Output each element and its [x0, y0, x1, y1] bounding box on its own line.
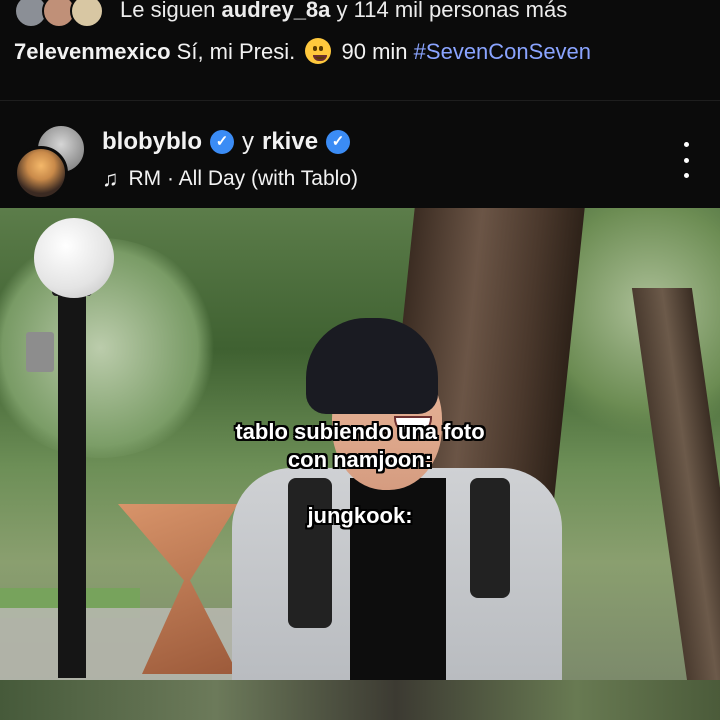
follower-username[interactable]: audrey_8a: [222, 0, 331, 22]
caption-hashtag[interactable]: #SevenConSeven: [414, 39, 591, 64]
avatar-blobyblo[interactable]: [14, 146, 68, 200]
slightly-smiling-face-emoji-icon: [305, 38, 332, 64]
caption-duration: 90 min: [341, 39, 408, 64]
next-media-preview[interactable]: [0, 680, 720, 720]
overlay-text-line-1: tablo subiendo una foto: [235, 419, 485, 444]
verified-badge-icon: [209, 130, 234, 154]
post-header: blobyblo y rkive ♫ RM · All Day (with Ta…: [0, 118, 720, 206]
post-authors: blobyblo y rkive: [102, 128, 351, 156]
followers-prefix: Le siguen: [120, 0, 216, 22]
post-top-section: Le siguen audrey_8a y 114 mil personas m…: [0, 0, 720, 208]
more-options-icon[interactable]: [676, 142, 696, 178]
follower-avatar: [70, 0, 104, 28]
follower-avatars[interactable]: [14, 0, 110, 28]
followers-suffix: y 114 mil personas más: [336, 0, 568, 22]
person-figure: [232, 318, 562, 680]
author-name-1[interactable]: blobyblo: [102, 128, 202, 156]
caption-text: Sí, mi Presi.: [176, 39, 296, 64]
post-caption: 7elevenmexico Sí, mi Presi. 90 min #Seve…: [14, 38, 591, 65]
followers-row[interactable]: Le siguen audrey_8a y 114 mil personas m…: [14, 0, 567, 28]
followers-text: Le siguen audrey_8a y 114 mil personas m…: [120, 0, 567, 23]
author-connector: y: [241, 128, 254, 155]
lamp-globe: [34, 218, 114, 298]
music-label: RM · All Day (with Tablo): [128, 167, 359, 190]
author-name-2[interactable]: rkive: [262, 128, 318, 156]
caption-username[interactable]: 7elevenmexico: [14, 39, 171, 64]
music-info[interactable]: ♫ RM · All Day (with Tablo): [102, 166, 358, 192]
lamp-post: [58, 288, 86, 678]
divider: [0, 100, 720, 101]
music-note-icon: ♫: [102, 166, 119, 191]
overlay-text-line-3: jungkook:: [307, 503, 413, 528]
verified-badge-icon: [326, 130, 351, 154]
overlay-text-line-2: con namjoon:: [287, 447, 433, 472]
